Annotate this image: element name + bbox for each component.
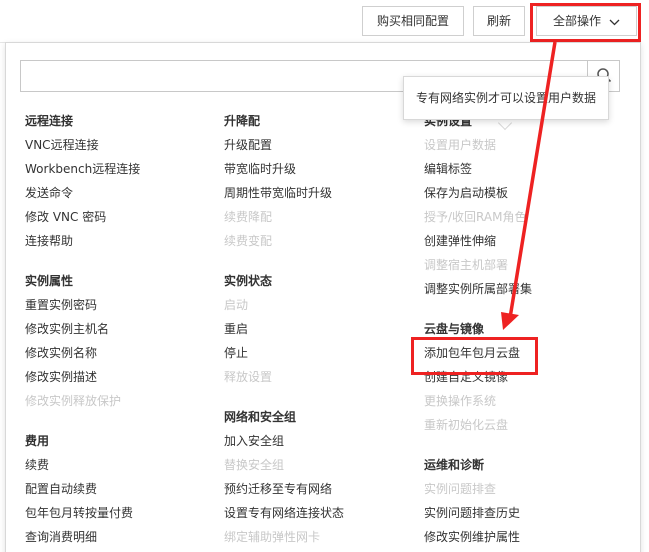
annotation-arrow xyxy=(501,41,557,330)
